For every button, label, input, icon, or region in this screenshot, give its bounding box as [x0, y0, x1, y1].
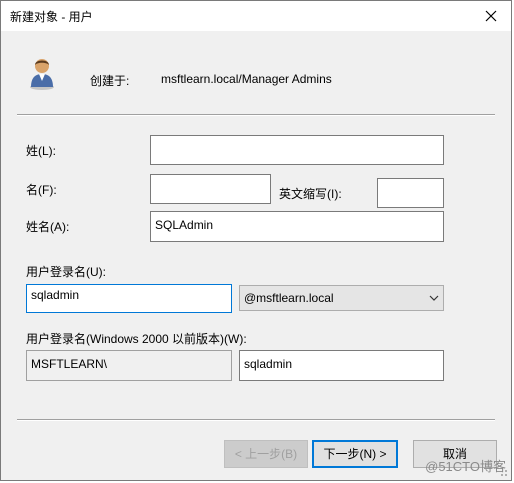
user-icon: [30, 59, 54, 90]
first-name-field[interactable]: [150, 174, 271, 204]
next-button[interactable]: 下一步(N) >: [312, 440, 398, 468]
full-name-label: 姓名(A):: [26, 220, 70, 234]
upn-suffix-value: @msftlearn.local: [244, 291, 334, 305]
new-user-dialog: 新建对象 - 用户 创建于: msftlearn.local/Manager A…: [0, 0, 512, 481]
full-name-field[interactable]: SQLAdmin: [150, 211, 444, 242]
close-button[interactable]: [471, 1, 511, 31]
pre2000-name-field[interactable]: sqladmin: [239, 350, 444, 381]
watermark: @51CTO博客: [425, 459, 506, 474]
separator-bottom: [17, 419, 495, 421]
pre2000-logon-label: 用户登录名(Windows 2000 以前版本)(W):: [26, 332, 247, 346]
window-title: 新建对象 - 用户: [10, 10, 93, 24]
initials-label: 英文缩写(I):: [279, 187, 342, 201]
logon-name-field[interactable]: sqladmin: [26, 284, 232, 313]
last-name-label: 姓(L):: [26, 144, 57, 158]
created-in-label: 创建于:: [90, 74, 130, 88]
initials-field[interactable]: [377, 178, 444, 208]
first-name-label: 名(F):: [26, 183, 57, 197]
logon-name-label: 用户登录名(U):: [26, 265, 106, 279]
back-button[interactable]: < 上一步(B): [224, 440, 308, 468]
close-icon: [485, 10, 497, 22]
separator-top: [17, 114, 495, 116]
created-in-path: msftlearn.local/Manager Admins: [161, 72, 332, 86]
upn-suffix-dropdown[interactable]: @msftlearn.local: [239, 285, 444, 311]
title-bar[interactable]: 新建对象 - 用户: [1, 1, 511, 31]
last-name-field[interactable]: [150, 135, 444, 165]
chevron-down-icon: [429, 295, 439, 301]
pre2000-domain-field: MSFTLEARN\: [26, 350, 232, 381]
